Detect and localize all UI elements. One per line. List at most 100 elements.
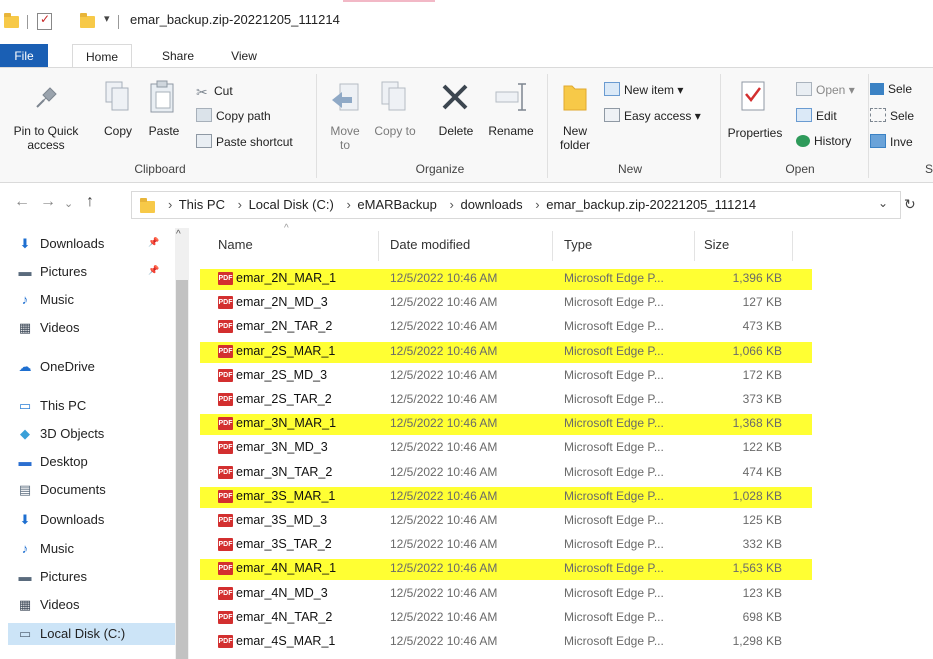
open-button[interactable]: Open ▾ (796, 82, 855, 97)
move-to-button[interactable]: Move to (324, 124, 366, 152)
tab-file[interactable]: File (0, 44, 48, 68)
properties-button[interactable]: Properties (724, 126, 786, 140)
nav-item-documents[interactable]: ▤ Documents (16, 479, 106, 501)
properties-check-icon[interactable]: ✓ (37, 12, 52, 30)
recent-locations-chevron-icon[interactable]: ⌄ (64, 197, 73, 210)
file-row[interactable]: PDF emar_3S_MD_3 12/5/2022 10:46 AM Microso… (200, 510, 800, 532)
file-row[interactable]: PDF emar_3S_TAR_2 12/5/2022 10:46 AM Micros… (200, 534, 800, 556)
select-none-button[interactable]: Sele (870, 108, 914, 123)
history-button[interactable]: History (796, 134, 851, 148)
download-arrow-icon: ⬇ (19, 512, 31, 527)
file-name: emar_4N_MAR_1 (236, 561, 337, 576)
quick-access-dropdown-icon[interactable]: ▾ (104, 12, 110, 25)
folder-icon (4, 13, 19, 28)
nav-item-downloads[interactable]: ⬇ Downloads (16, 509, 105, 531)
nav-item-pictures[interactable]: ▬ Pictures (16, 261, 87, 283)
nav-item-music[interactable]: ♪ Music (16, 538, 74, 560)
file-row[interactable]: PDF emar_3S_MAR_1 12/5/2022 10:46 AM Micros… (200, 486, 812, 508)
file-size: 1,563 KB (732, 561, 782, 576)
rename-button[interactable]: Rename (486, 124, 536, 138)
address-bar[interactable]: › This PC › Local Disk (C:) › eMARBackup… (131, 191, 901, 219)
nav-item-desktop[interactable]: ▬ Desktop (16, 451, 88, 473)
cut-button[interactable]: ✂ Cut (196, 84, 233, 100)
file-size: 172 KB (742, 367, 782, 382)
videos-icon: ▦ (18, 320, 32, 335)
nav-item-pictures[interactable]: ▬ Pictures (16, 566, 87, 588)
breadcrumb-this-pc[interactable]: This PC (179, 197, 225, 212)
nav-item-3d-objects[interactable]: ◆ 3D Objects (16, 423, 104, 445)
easy-access-button[interactable]: Easy access ▾ (604, 108, 701, 123)
file-date-modified: 12/5/2022 10:46 AM (390, 537, 498, 552)
delete-button[interactable]: Delete (430, 124, 482, 138)
tab-share[interactable]: Share (155, 44, 201, 68)
forward-arrow-icon[interactable]: → (40, 193, 56, 211)
download-arrow-icon: ⬇ (19, 236, 31, 251)
breadcrumb-current-folder[interactable]: emar_backup.zip-20221205_111214 (546, 197, 756, 212)
breadcrumb-downloads[interactable]: downloads (460, 197, 522, 212)
refresh-icon[interactable]: ↻ (904, 196, 916, 213)
nav-item-downloads[interactable]: ⬇ Downloads (16, 233, 105, 255)
column-header-type[interactable]: Type (564, 237, 592, 252)
file-row[interactable]: PDF emar_4S_MAR_1 12/5/2022 10:46 AM Micros… (200, 631, 800, 653)
file-row[interactable]: PDF emar_4N_MD_3 12/5/2022 10:46 AM Microso… (200, 583, 800, 605)
file-row[interactable]: PDF emar_2S_MAR_1 12/5/2022 10:46 AM Micros… (200, 341, 812, 363)
address-dropdown-chevron-icon[interactable]: ⌄ (878, 196, 888, 210)
pinned-icon: 📌 (148, 237, 160, 247)
file-row[interactable]: PDF emar_3N_MAR_1 12/5/2022 10:46 AM Micros… (200, 413, 812, 436)
back-arrow-icon[interactable]: ← (14, 193, 30, 211)
paste-button[interactable]: Paste (144, 124, 184, 138)
file-row[interactable]: PDF emar_2N_MD_3 12/5/2022 10:46 AM Microso… (200, 292, 800, 314)
pinned-icon: 📌 (148, 265, 160, 275)
nav-item-videos[interactable]: ▦ Videos (16, 594, 80, 616)
select-all-button[interactable]: Sele (870, 82, 912, 96)
file-name: emar_2N_MAR_1 (236, 271, 337, 285)
new-folder-icon[interactable] (80, 13, 95, 28)
nav-item-label: Music (40, 292, 74, 307)
file-row[interactable]: PDF emar_4N_MAR_1 12/5/2022 10:46 AM Micros… (200, 558, 812, 581)
copy-button[interactable]: Copy (100, 124, 136, 138)
column-header-date[interactable]: Date modified (390, 237, 470, 252)
nav-item-videos[interactable]: ▦ Videos (16, 317, 80, 339)
paste-shortcut-button[interactable]: Paste shortcut (196, 134, 293, 149)
file-name-cell: emar_3S_MAR_1 (218, 489, 335, 503)
column-header-name[interactable]: Name (218, 237, 253, 252)
file-size: 1,298 KB (732, 634, 782, 648)
file-row[interactable]: PDF emar_3N_MD_3 12/5/2022 10:46 AM Microso… (200, 437, 800, 459)
file-size: 473 KB (742, 319, 782, 334)
tab-home[interactable]: Home (72, 44, 132, 69)
nav-item-music[interactable]: ♪ Music (16, 289, 74, 311)
new-item-button[interactable]: New item ▾ (604, 82, 683, 97)
up-arrow-icon[interactable]: ↑ (86, 193, 94, 211)
file-row[interactable]: PDF emar_2N_TAR_2 12/5/2022 10:46 AM Micros… (200, 316, 800, 338)
file-row[interactable]: PDF emar_4N_TAR_2 12/5/2022 10:46 AM Micros… (200, 607, 800, 629)
select-none-icon (870, 108, 886, 122)
ribbon-tabs: File Home Share View (0, 44, 933, 69)
tab-view[interactable]: View (224, 44, 264, 68)
column-header-size[interactable]: Size (704, 237, 729, 252)
file-row[interactable]: PDF emar_3N_TAR_2 12/5/2022 10:46 AM Micros… (200, 462, 800, 484)
nav-item-local-disk-c[interactable]: ▭ Local Disk (C:) (8, 623, 181, 645)
nav-item-label: Downloads (40, 512, 105, 527)
new-folder-button[interactable]: New folder (552, 124, 598, 152)
copy-path-button[interactable]: Copy path (196, 108, 271, 123)
edit-button[interactable]: Edit (796, 108, 837, 123)
nav-item-this-pc[interactable]: ▭ This PC (16, 395, 86, 417)
nav-scrollbar-thumb[interactable] (176, 280, 188, 659)
file-row[interactable]: PDF emar_2N_MAR_1 12/5/2022 10:46 AM Micros… (200, 268, 812, 290)
copy-to-button[interactable]: Copy to (374, 124, 416, 138)
file-type: Microsoft Edge P... (564, 319, 664, 334)
new-folder-icon (563, 85, 587, 111)
nav-item-onedrive[interactable]: ☁ OneDrive (16, 356, 95, 378)
file-type: Microsoft Edge P... (564, 561, 664, 576)
pin-to-quick-access-button[interactable]: Pin to Quick access (2, 124, 90, 152)
file-row[interactable]: PDF emar_2S_MD_3 12/5/2022 10:46 AM Microso… (200, 365, 800, 387)
breadcrumb-local-disk[interactable]: Local Disk (C:) (249, 197, 334, 212)
scroll-up-arrow-icon[interactable]: ^ (176, 229, 181, 240)
computer-icon: ▭ (18, 398, 32, 413)
group-divider (720, 74, 721, 178)
file-type: Microsoft Edge P... (564, 416, 664, 431)
file-row[interactable]: PDF emar_2S_TAR_2 12/5/2022 10:46 AM Micros… (200, 389, 800, 411)
file-type: Microsoft Edge P... (564, 537, 664, 552)
breadcrumb-emarbackup[interactable]: eMARBackup (357, 197, 436, 212)
invert-selection-button[interactable]: Inve (870, 134, 913, 149)
